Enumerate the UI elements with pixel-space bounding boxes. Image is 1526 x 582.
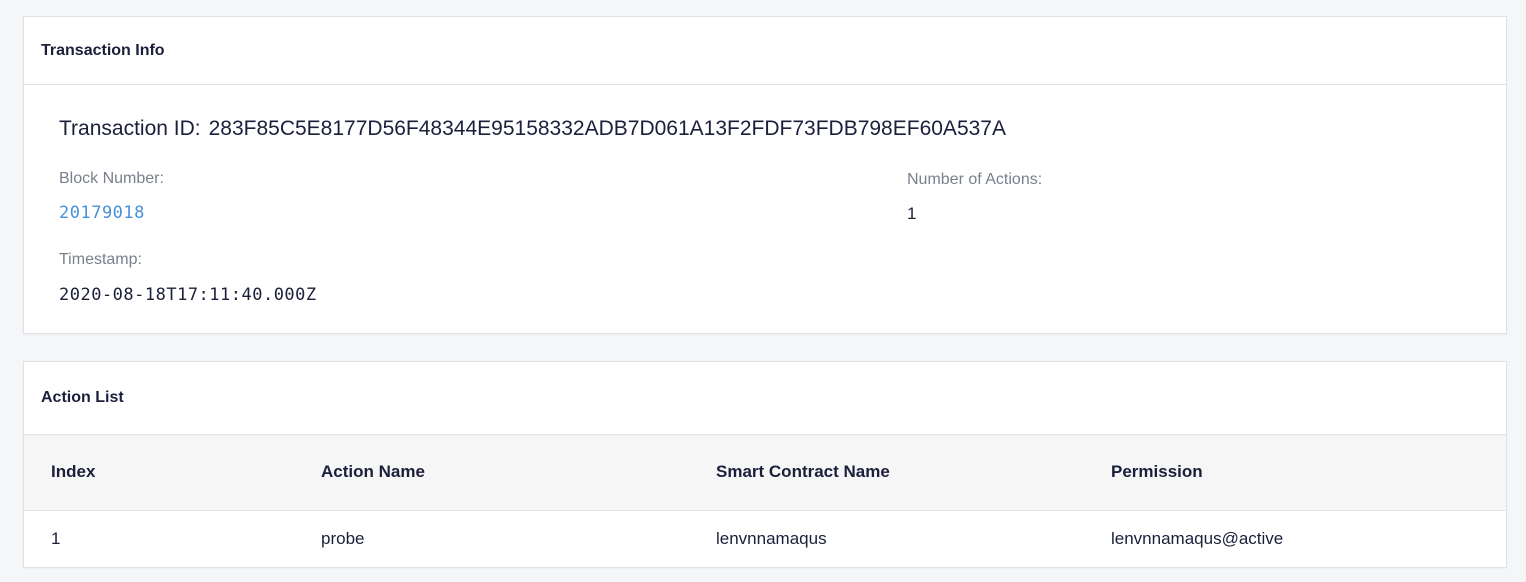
action-list-card: Action List Index Action Name Smart Cont… — [23, 361, 1507, 568]
smart-contract-link[interactable]: lenvnnamaqus — [716, 510, 1111, 567]
row-index: 1 — [51, 528, 61, 548]
transaction-info-title: Transaction Info — [24, 17, 1506, 85]
table-row: 1 probe lenvnnamaqus lenvnnamaqus@active — [24, 510, 1506, 567]
transaction-info-card: Transaction Info Transaction ID: 283F85C5… — [23, 16, 1507, 334]
column-header-index: Index — [24, 435, 321, 511]
transaction-id-value: 283F85C5E8177D56F48344E95158332ADB7D061A… — [208, 117, 1006, 140]
action-table: Index Action Name Smart Contract Name Pe… — [24, 435, 1506, 567]
permission-link[interactable]: lenvnnamaqus@active — [1111, 510, 1506, 567]
block-number-link[interactable]: 20179018 — [59, 203, 145, 223]
column-header-smart-contract-name: Smart Contract Name — [716, 435, 1111, 511]
column-header-permission: Permission — [1111, 435, 1506, 511]
action-table-header-row: Index Action Name Smart Contract Name Pe… — [24, 435, 1506, 511]
transaction-id-label: Transaction ID: — [59, 117, 201, 140]
timestamp-value: 2020-08-18T17:11:40.000Z — [59, 285, 317, 305]
transaction-id-row: Transaction ID: 283F85C5E8177D56F48344E95… — [59, 117, 1006, 141]
action-list-title: Action List — [24, 362, 1506, 435]
number-of-actions-value: 1 — [907, 204, 917, 223]
number-of-actions-label: Number of Actions: — [907, 171, 1043, 188]
timestamp-label: Timestamp: — [59, 251, 142, 268]
block-number-label: Block Number: — [59, 170, 164, 187]
action-name-link[interactable]: probe — [321, 510, 716, 567]
column-header-action-name: Action Name — [321, 435, 716, 511]
